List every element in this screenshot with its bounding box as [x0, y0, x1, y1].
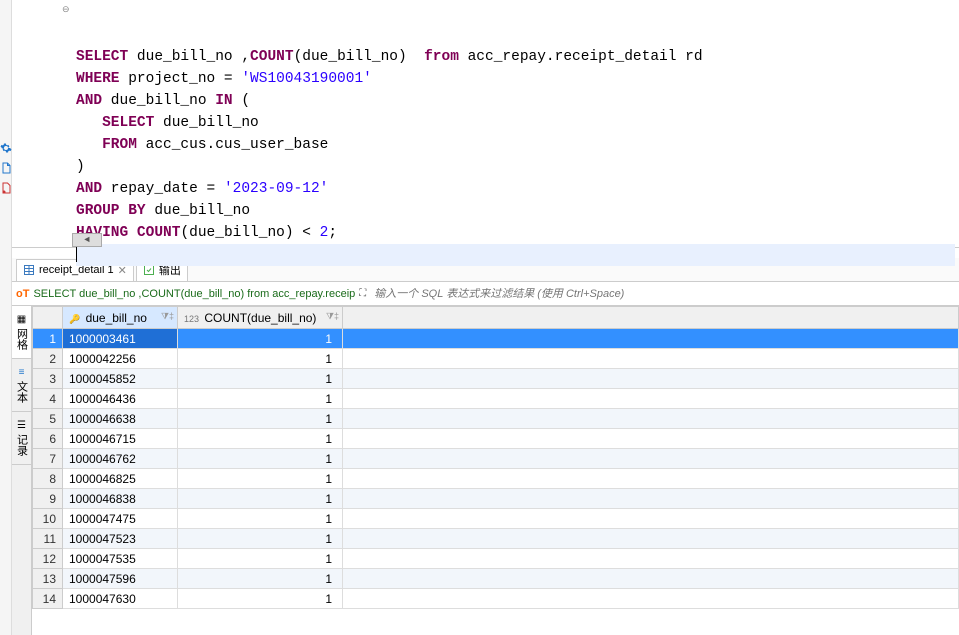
table-row[interactable]: 1410000476301 [33, 589, 959, 609]
cell-spacer [343, 489, 959, 509]
filter-icon[interactable]: ⧩‡ [161, 311, 174, 322]
table-row[interactable]: 1310000475961 [33, 569, 959, 589]
table-row[interactable]: 710000467621 [33, 449, 959, 469]
table-row[interactable]: 610000467151 [33, 429, 959, 449]
col-count[interactable]: 123 COUNT(due_bill_no) ⧩‡ [178, 307, 343, 329]
number-type-icon: 123 [184, 314, 199, 324]
col-due-label: due_bill_no [86, 311, 147, 325]
row-number[interactable]: 14 [33, 589, 63, 609]
cell-count[interactable]: 1 [178, 569, 343, 589]
row-number[interactable]: 12 [33, 549, 63, 569]
row-number[interactable]: 1 [33, 329, 63, 349]
table-row[interactable]: 410000464361 [33, 389, 959, 409]
cell-due-bill-no[interactable]: 1000046715 [63, 429, 178, 449]
side-tab-grid-label: 网格 [14, 328, 30, 350]
table-row[interactable]: 210000422561 [33, 349, 959, 369]
text-icon: ≡ [19, 367, 25, 378]
result-view-tabs: ▦ 网格 ≡ 文本 ☰ 记录 [12, 306, 32, 635]
row-number[interactable]: 9 [33, 489, 63, 509]
col-rownum[interactable] [33, 307, 63, 329]
cell-due-bill-no[interactable]: 1000047475 [63, 509, 178, 529]
exec-sql-icon[interactable]: oT [16, 288, 29, 300]
cell-count[interactable]: 1 [178, 369, 343, 389]
record-icon: ☰ [17, 420, 26, 431]
cell-count[interactable]: 1 [178, 409, 343, 429]
editor-text-area[interactable]: SELECT due_bill_no ,COUNT(due_bill_no) f… [72, 0, 959, 247]
table-row[interactable]: 110000034611 [33, 329, 959, 349]
cell-count[interactable]: 1 [178, 389, 343, 409]
cell-due-bill-no[interactable]: 1000046838 [63, 489, 178, 509]
cell-count[interactable]: 1 [178, 469, 343, 489]
table-row[interactable]: 1110000475231 [33, 529, 959, 549]
key-icon: 🔑 [69, 314, 80, 324]
cell-spacer [343, 409, 959, 429]
cell-count[interactable]: 1 [178, 509, 343, 529]
cell-due-bill-no[interactable]: 1000046436 [63, 389, 178, 409]
row-number[interactable]: 2 [33, 349, 63, 369]
table-row[interactable]: 1210000475351 [33, 549, 959, 569]
row-number[interactable]: 4 [33, 389, 63, 409]
cell-due-bill-no[interactable]: 1000047523 [63, 529, 178, 549]
row-number[interactable]: 3 [33, 369, 63, 389]
results-grid[interactable]: 🔑 due_bill_no ⧩‡ 123 COUNT(due_bill_no) … [32, 306, 959, 635]
cell-count[interactable]: 1 [178, 449, 343, 469]
table-row[interactable]: 910000468381 [33, 489, 959, 509]
table-icon [23, 264, 35, 276]
cell-due-bill-no[interactable]: 1000047596 [63, 569, 178, 589]
cell-spacer [343, 449, 959, 469]
cell-count[interactable]: 1 [178, 589, 343, 609]
row-number[interactable]: 11 [33, 529, 63, 549]
cell-due-bill-no[interactable]: 1000003461 [63, 329, 178, 349]
hscroll-left-icon[interactable]: ◄ [72, 233, 102, 247]
cell-spacer [343, 569, 959, 589]
sql-editor[interactable]: ⊖ SELECT due_bill_no ,COUNT(due_bill_no)… [12, 0, 959, 248]
cell-spacer [343, 469, 959, 489]
cell-count[interactable]: 1 [178, 529, 343, 549]
cell-spacer [343, 349, 959, 369]
cell-due-bill-no[interactable]: 1000046825 [63, 469, 178, 489]
cell-count[interactable]: 1 [178, 489, 343, 509]
cell-spacer [343, 529, 959, 549]
cell-spacer [343, 389, 959, 409]
filter-icon[interactable]: ⧩‡ [326, 311, 339, 322]
row-number[interactable]: 7 [33, 449, 63, 469]
cell-due-bill-no[interactable]: 1000045852 [63, 369, 178, 389]
cell-due-bill-no[interactable]: 1000046762 [63, 449, 178, 469]
fold-minus-icon[interactable]: ⊖ [62, 4, 70, 15]
col-spacer [343, 307, 959, 329]
side-tab-text[interactable]: ≡ 文本 [12, 359, 31, 412]
row-number[interactable]: 8 [33, 469, 63, 489]
cell-due-bill-no[interactable]: 1000042256 [63, 349, 178, 369]
editor-margin: ⊖ [12, 0, 72, 247]
cell-due-bill-no[interactable]: 1000047535 [63, 549, 178, 569]
cell-spacer [343, 329, 959, 349]
table-row[interactable]: 810000468251 [33, 469, 959, 489]
row-number[interactable]: 13 [33, 569, 63, 589]
cell-due-bill-no[interactable]: 1000047630 [63, 589, 178, 609]
cell-count[interactable]: 1 [178, 349, 343, 369]
cell-spacer [343, 369, 959, 389]
cell-spacer [343, 549, 959, 569]
side-tab-text-label: 文本 [14, 381, 30, 403]
table-row[interactable]: 510000466381 [33, 409, 959, 429]
col-due-bill-no[interactable]: 🔑 due_bill_no ⧩‡ [63, 307, 178, 329]
cell-spacer [343, 589, 959, 609]
cell-spacer [343, 429, 959, 449]
editor-left-gutter [0, 0, 12, 635]
cell-count[interactable]: 1 [178, 549, 343, 569]
row-number[interactable]: 10 [33, 509, 63, 529]
cell-count[interactable]: 1 [178, 329, 343, 349]
col-count-label: COUNT(due_bill_no) [204, 311, 316, 325]
cell-due-bill-no[interactable]: 1000046638 [63, 409, 178, 429]
grid-icon: ▦ [17, 314, 26, 325]
side-tab-record[interactable]: ☰ 记录 [12, 412, 31, 465]
table-row[interactable]: 1010000474751 [33, 509, 959, 529]
row-number[interactable]: 6 [33, 429, 63, 449]
side-tab-grid[interactable]: ▦ 网格 [12, 306, 31, 359]
cell-spacer [343, 509, 959, 529]
row-number[interactable]: 5 [33, 409, 63, 429]
table-row[interactable]: 310000458521 [33, 369, 959, 389]
cell-count[interactable]: 1 [178, 429, 343, 449]
side-tab-record-label: 记录 [14, 434, 30, 456]
